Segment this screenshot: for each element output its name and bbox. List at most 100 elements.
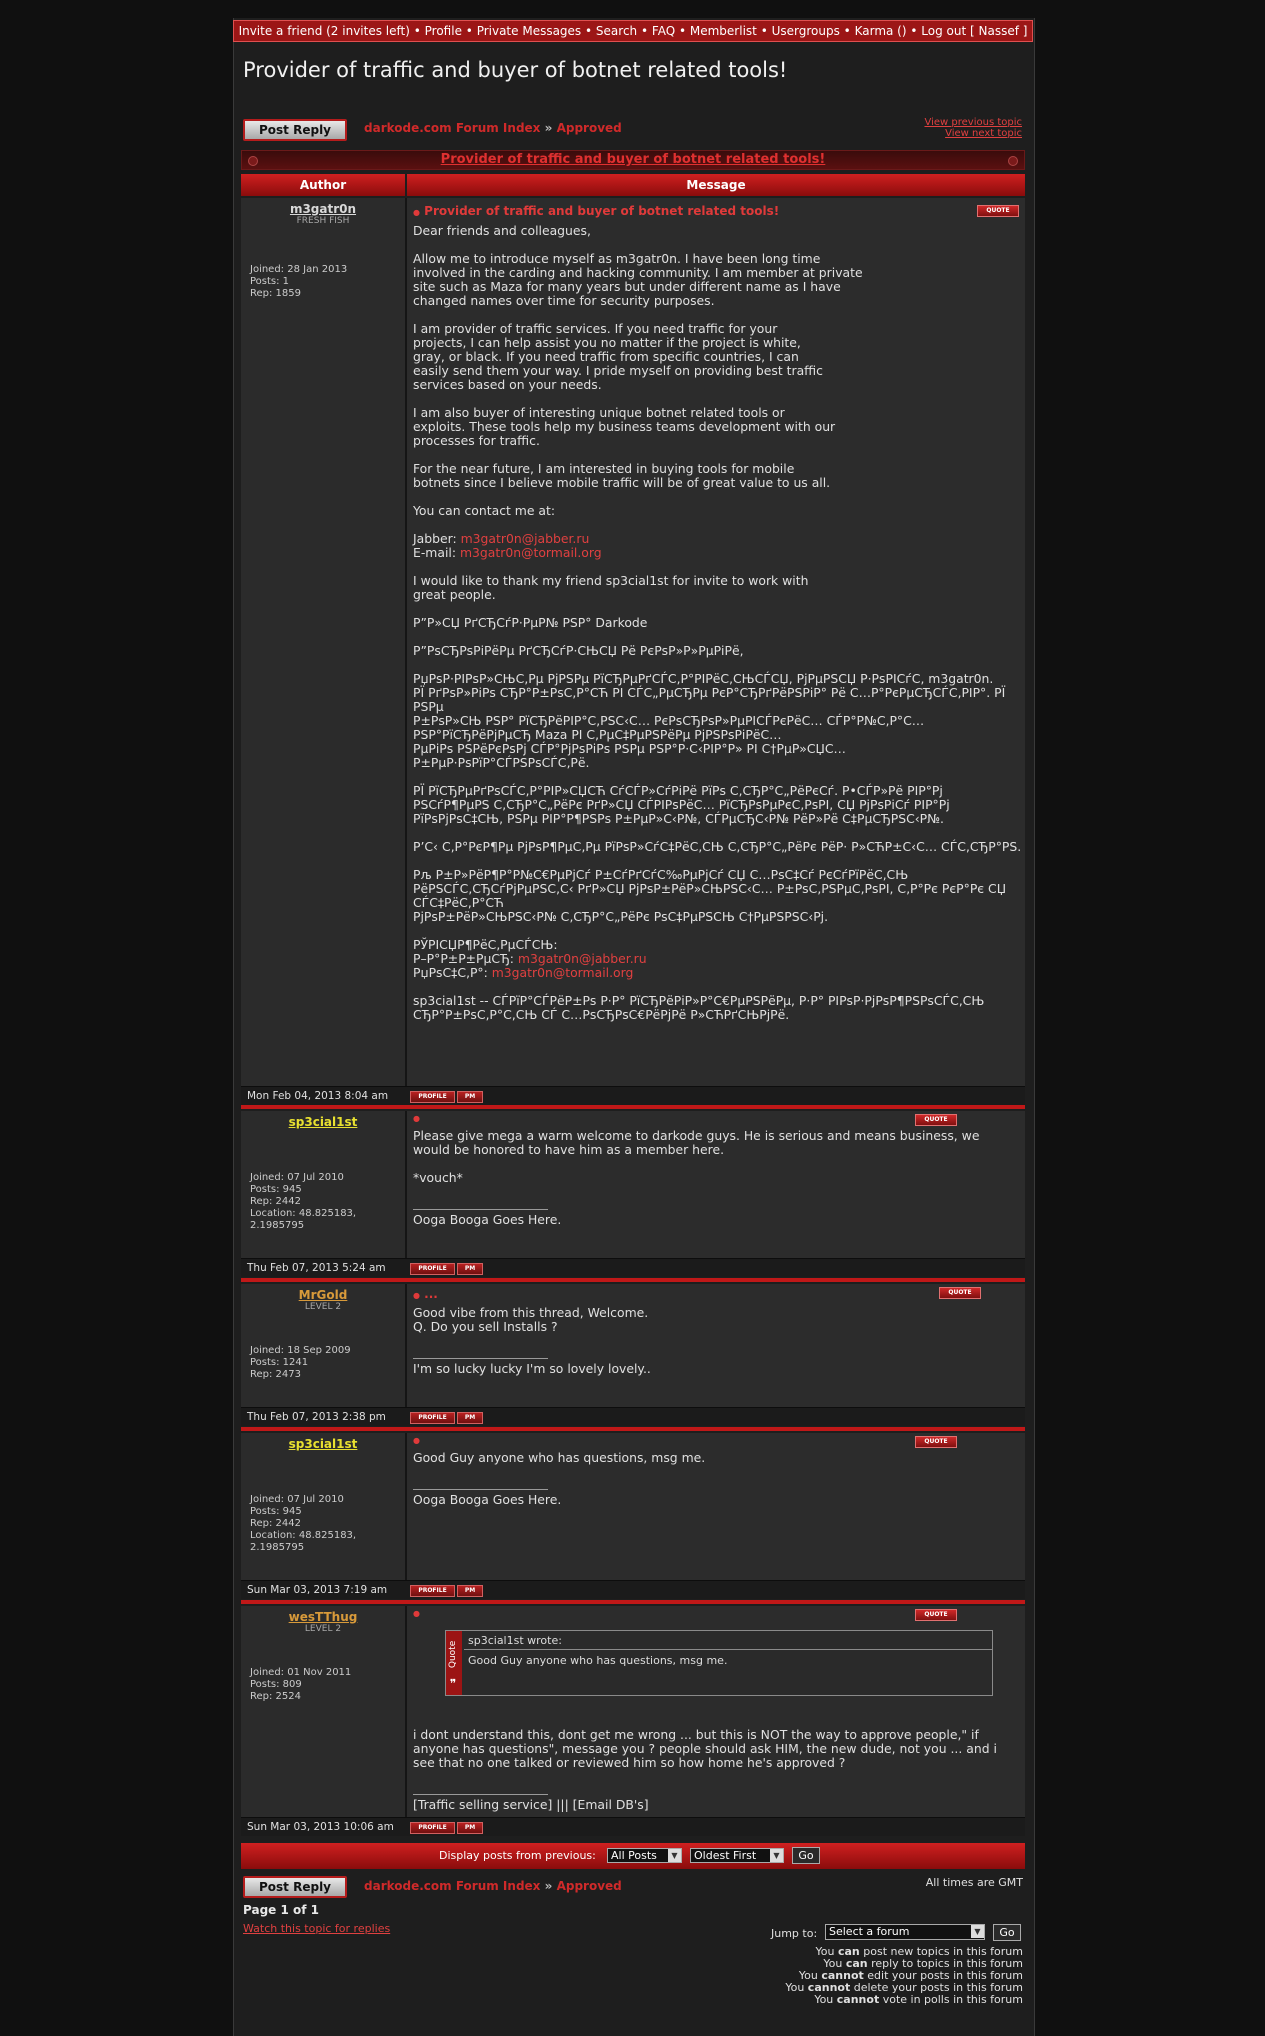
post-1: m3gatr0n FRESH FISH Joined: 28 Jan 2013 … (241, 198, 1025, 1086)
topic-nav-links: View previous topic View next topic (924, 117, 1022, 139)
breadcrumb-forum-index[interactable]: darkode.com Forum Index (364, 1879, 540, 1893)
profile-button[interactable]: PROFILE (410, 1585, 455, 1597)
nav-separator: • (413, 24, 421, 38)
topic-title-link[interactable]: Provider of traffic and buyer of botnet … (441, 152, 826, 167)
permission-text: You (814, 1993, 837, 2006)
pm-button[interactable]: PM (457, 1822, 483, 1834)
chevron-down-icon: ▼ (668, 1849, 681, 1862)
display-options-bar: Display posts from previous: All Posts ▼… (241, 1843, 1025, 1869)
chevron-down-icon: ▼ (770, 1849, 783, 1862)
post-marker-icon: ● (413, 1436, 420, 1445)
posts-range-value: All Posts (611, 1849, 657, 1862)
post-user-stats: Joined: 01 Nov 2011 Posts: 809 Rep: 2524 (250, 1667, 352, 1702)
post-author-panel: sp3cial1st Joined: 07 Jul 2010 Posts: 94… (241, 1433, 407, 1580)
pm-button[interactable]: PM (457, 1585, 483, 1597)
jump-go-button[interactable]: Go (993, 1924, 1021, 1941)
nav-usergroups[interactable]: Usergroups (772, 24, 840, 38)
top-nav-bar: Invite a friend (2 invites left) • Profi… (233, 20, 1033, 42)
permission-line: You cannot vote in polls in this forum (785, 1994, 1023, 2006)
post-username[interactable]: sp3cial1st (241, 1111, 405, 1129)
nav-invite[interactable]: Invite a friend (2 invites left) (239, 24, 410, 38)
post-subject: ● ... (413, 1287, 438, 1301)
nav-memberlist[interactable]: Memberlist (690, 24, 757, 38)
quote-button[interactable]: QUOTE (977, 205, 1019, 217)
jabber-label-ru: Р–Р°Р±Р±РµСЂ: (413, 951, 518, 966)
timezone-note: All times are GMT (925, 1876, 1023, 1889)
nav-profile[interactable]: Profile (425, 24, 462, 38)
nav-separator: • (760, 24, 768, 38)
quote-body: Good Guy anyone who has questions, msg m… (464, 1649, 992, 1695)
sort-order-select[interactable]: Oldest First ▼ (690, 1848, 784, 1863)
post-user-rank: FRESH FISH (296, 216, 350, 226)
nav-separator: • (678, 24, 687, 38)
email-link[interactable]: m3gatr0n@tormail.org (460, 545, 602, 560)
view-previous-topic-link[interactable]: View previous topic (924, 117, 1022, 128)
page-title: Provider of traffic and buyer of botnet … (243, 58, 788, 82)
post-footer: Thu Feb 07, 2013 5:24 am PROFILE PM (241, 1258, 1025, 1277)
post-date: Sun Mar 03, 2013 7:19 am (247, 1584, 388, 1596)
bar-left-dot-icon (248, 156, 258, 166)
quote-button[interactable]: QUOTE (939, 1287, 981, 1299)
post-username[interactable]: sp3cial1st (241, 1433, 405, 1451)
quote-button[interactable]: QUOTE (915, 1436, 957, 1448)
breadcrumb-forum-index[interactable]: darkode.com Forum Index (364, 121, 540, 135)
nav-search[interactable]: Search (596, 24, 637, 38)
post-message: ● ... QUOTE Good vibe from this thread, … (409, 1284, 1025, 1407)
nav-logout[interactable]: Log out [ Nassef ] (921, 24, 1027, 38)
signature-divider (413, 1358, 548, 1359)
nav-private-messages[interactable]: Private Messages (477, 24, 582, 38)
post-user-rank: LEVEL 2 (304, 1624, 342, 1634)
post-body: Please give mega a warm welcome to darko… (413, 1129, 979, 1227)
view-next-topic-link[interactable]: View next topic (924, 128, 1022, 139)
breadcrumb-category[interactable]: Approved (557, 1879, 622, 1893)
post-message: ● QUOTE ❝ Quote sp3cial1st wrote: Good G… (409, 1606, 1025, 1817)
profile-button[interactable]: PROFILE (410, 1091, 455, 1103)
post-footer: Sun Mar 03, 2013 10:06 am PROFILE PM (241, 1817, 1025, 1836)
pm-button[interactable]: PM (457, 1091, 483, 1103)
email-link-2[interactable]: m3gatr0n@tormail.org (492, 965, 634, 980)
post-marker-icon: ● (413, 1291, 420, 1300)
pm-button[interactable]: PM (457, 1412, 483, 1424)
post-3: MrGold LEVEL 2 Joined: 18 Sep 2009 Posts… (241, 1284, 1025, 1407)
profile-button[interactable]: PROFILE (410, 1263, 455, 1275)
post-author-panel: MrGold LEVEL 2 Joined: 18 Sep 2009 Posts… (241, 1284, 407, 1407)
nav-karma[interactable]: Karma () (855, 24, 907, 38)
quote-block: ❝ Quote sp3cial1st wrote: Good Guy anyon… (445, 1630, 993, 1696)
post-footer: Thu Feb 07, 2013 2:38 pm PROFILE PM (241, 1407, 1025, 1426)
quote-button[interactable]: QUOTE (915, 1609, 957, 1621)
post-marker-icon: ● (413, 1609, 420, 1618)
quote-button[interactable]: QUOTE (915, 1114, 957, 1126)
post-subject-text: Provider of traffic and buyer of botnet … (424, 204, 780, 218)
jump-to-select[interactable]: Select a forum ▼ (825, 1924, 985, 1940)
posts-range-select[interactable]: All Posts ▼ (607, 1848, 682, 1863)
pagination: Page 1 of 1 (243, 1903, 319, 1917)
post-username[interactable]: MrGold (241, 1284, 405, 1302)
jabber-link-2[interactable]: m3gatr0n@jabber.ru (518, 951, 647, 966)
topic-title-bar: Provider of traffic and buyer of botnet … (241, 150, 1025, 170)
post-5: wesTThug LEVEL 2 Joined: 01 Nov 2011 Pos… (241, 1606, 1025, 1817)
post-date: Sun Mar 03, 2013 10:06 am (247, 1821, 394, 1833)
profile-button[interactable]: PROFILE (410, 1412, 455, 1424)
post-user-stats: Joined: 07 Jul 2010 Posts: 945 Rep: 2442… (250, 1494, 357, 1553)
breadcrumb: darkode.com Forum Index » Approved (364, 121, 622, 135)
post-message: ● Provider of traffic and buyer of botne… (409, 198, 1025, 1086)
post-username[interactable]: m3gatr0n (241, 198, 405, 216)
post-text: Good vibe from this thread, Welcome. Q. … (413, 1305, 649, 1334)
breadcrumb-category[interactable]: Approved (557, 121, 622, 135)
pm-button[interactable]: PM (457, 1263, 483, 1275)
post-4: sp3cial1st Joined: 07 Jul 2010 Posts: 94… (241, 1433, 1025, 1580)
permission-text: vote in polls in this forum (879, 1993, 1023, 2006)
post-2: sp3cial1st Joined: 07 Jul 2010 Posts: 94… (241, 1111, 1025, 1258)
post-reply-button-bottom[interactable]: Post Reply (243, 1876, 347, 1898)
profile-button[interactable]: PROFILE (410, 1822, 455, 1834)
post-user-stats: Joined: 28 Jan 2013 Posts: 1 Rep: 1859 (250, 264, 348, 299)
watch-topic-link[interactable]: Watch this topic for replies (243, 1922, 390, 1935)
jabber-link[interactable]: m3gatr0n@jabber.ru (461, 531, 590, 546)
post-reply-button[interactable]: Post Reply (243, 119, 347, 141)
email-label: E-mail: (413, 545, 460, 560)
nav-separator: • (465, 24, 473, 38)
post-username[interactable]: wesTThug (241, 1606, 405, 1624)
nav-faq[interactable]: FAQ (652, 24, 675, 38)
display-go-button[interactable]: Go (792, 1847, 820, 1864)
post-separator (241, 1105, 1025, 1109)
